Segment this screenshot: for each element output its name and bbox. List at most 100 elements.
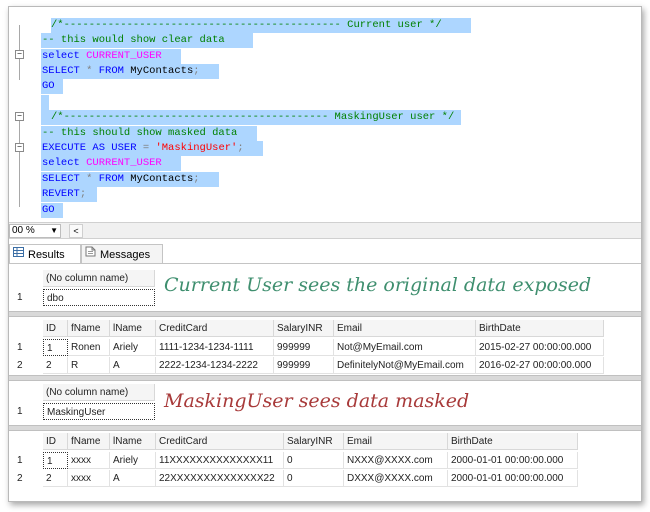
zoom-select[interactable]: 00 % ▼ [9,224,61,238]
grid-cell-birthdate[interactable]: 2015-02-27 00:00:00.000 [476,339,604,356]
grid-cell-id[interactable]: 1 [43,339,68,356]
code-token: FROM [98,65,131,77]
column-header-fname[interactable]: fName [68,320,110,337]
tab-results[interactable]: Results [9,244,81,263]
column-header[interactable]: (No column name) [43,384,155,401]
tab-messages[interactable]: Messages [81,244,163,263]
code-token: REVERT [42,188,80,200]
collapse-icon[interactable]: − [15,112,24,121]
grid-cell-email[interactable]: NXXX@XXXX.com [344,452,448,469]
grid-cell-creditcard[interactable]: 11XXXXXXXXXXXXXX11 [156,452,284,469]
collapse-icon[interactable]: − [15,50,24,59]
column-header-lname[interactable]: lName [110,433,156,450]
code-line[interactable]: -- this would show clear data [42,33,225,48]
grid-cell-email[interactable]: DXXX@XXXX.com [344,470,448,487]
code-line[interactable]: -- this should show masked data [42,126,237,141]
grid-splitter[interactable] [9,375,641,381]
grid-cell-creditcard[interactable]: 2222-1234-1234-2222 [156,357,274,374]
code-token: -- this would show clear data [42,34,225,46]
collapse-icon[interactable]: − [15,143,24,152]
code-token: select [42,50,87,62]
code-token: = [142,142,156,154]
code-line[interactable]: REVERT; [42,187,86,202]
code-token: 'MaskingUser' [155,142,238,154]
column-header-email[interactable]: Email [334,320,476,337]
column-header-birthdate[interactable]: BirthDate [476,320,604,337]
messages-icon [85,245,96,263]
grid-icon [13,245,24,263]
code-line[interactable]: EXECUTE AS USER = 'MaskingUser'; [42,141,244,156]
code-line[interactable]: GO [42,203,55,218]
grid-cell-creditcard[interactable]: 22XXXXXXXXXXXXXX22 [156,470,284,487]
code-token: * [86,65,99,77]
grid-cell-lname[interactable]: A [110,470,156,487]
grid-splitter[interactable] [9,425,641,431]
row-number[interactable]: 2 [17,357,37,374]
grid-cell-fname[interactable]: Ronen [68,339,110,356]
grid-cell-birthdate[interactable]: 2000-01-01 00:00:00.000 [448,452,578,469]
grid-cell-lname[interactable]: Ariely [110,452,156,469]
selection-highlight [41,95,49,110]
column-header-fname[interactable]: fName [68,433,110,450]
results-tabs: Results Messages [9,244,641,263]
results-pane: (No column name) 1 dbo Current User sees… [9,263,641,501]
tab-results-label: Results [28,248,65,261]
grid-cell[interactable]: dbo [43,289,155,306]
column-header-lname[interactable]: lName [110,320,156,337]
grid-cell-email[interactable]: DefinitelyNot@MyEmail.com [334,357,476,374]
grid-cell-lname[interactable]: A [110,357,156,374]
zoom-value: 00 % [12,225,35,236]
grid-cell[interactable]: MaskingUser [43,403,155,420]
grid-splitter[interactable] [9,311,641,317]
column-header-creditcard[interactable]: CreditCard [156,320,274,337]
code-line[interactable]: GO [42,79,55,94]
code-line[interactable]: SELECT * FROM MyContacts; [42,64,200,79]
scroll-left-button[interactable]: < [69,224,83,238]
column-header-salaryinr[interactable]: SalaryINR [274,320,334,337]
code-token: ; [193,65,200,77]
code-line[interactable]: /*--------------------------------------… [51,110,454,125]
code-line[interactable]: select CURRENT_USER [42,49,162,64]
grid-cell-birthdate[interactable]: 2016-02-27 00:00:00.000 [476,357,604,374]
column-header-id[interactable]: ID [43,320,68,337]
query-editor[interactable]: − − − /*--------------------------------… [9,7,641,221]
grid-cell-salaryinr[interactable]: 999999 [274,357,334,374]
chevron-down-icon: ▼ [50,226,58,235]
code-token: MyContacts [130,65,194,77]
row-number[interactable]: 2 [17,470,37,487]
code-token: /*--------------------------------------… [51,111,455,123]
row-number[interactable]: 1 [17,289,37,306]
grid-cell-id[interactable]: 2 [43,470,68,487]
row-number[interactable]: 1 [17,403,37,420]
grid-cell-fname[interactable]: R [68,357,110,374]
column-header-id[interactable]: ID [43,433,68,450]
grid-cell-salaryinr[interactable]: 0 [284,470,344,487]
grid-cell-id[interactable]: 2 [43,357,68,374]
grid-cell-id[interactable]: 1 [43,452,68,469]
column-header[interactable]: (No column name) [43,270,155,287]
grid-cell-birthdate[interactable]: 2000-01-01 00:00:00.000 [448,470,578,487]
code-token: EXECUTE AS USER [42,142,143,154]
code-token: ; [237,142,244,154]
grid-cell-salaryinr[interactable]: 999999 [274,339,334,356]
code-line[interactable]: /*--------------------------------------… [51,18,442,33]
column-header-email[interactable]: Email [344,433,448,450]
grid-cell-salaryinr[interactable]: 0 [284,452,344,469]
code-token: MyContacts [130,173,194,185]
code-line[interactable]: select CURRENT_USER [42,156,162,171]
column-header-salaryinr[interactable]: SalaryINR [284,433,344,450]
grid-cell-creditcard[interactable]: 1111-1234-1234-1111 [156,339,274,356]
column-header-birthdate[interactable]: BirthDate [448,433,578,450]
code-token: select [42,157,87,169]
row-number[interactable]: 1 [17,339,37,356]
grid-cell-fname[interactable]: xxxx [68,452,110,469]
code-line[interactable]: SELECT * FROM MyContacts; [42,172,200,187]
code-token: SELECT [42,173,87,185]
ssms-window: − − − /*--------------------------------… [8,6,642,502]
column-header-creditcard[interactable]: CreditCard [156,433,284,450]
grid-cell-lname[interactable]: Ariely [110,339,156,356]
row-number[interactable]: 1 [17,452,37,469]
grid-cell-email[interactable]: Not@MyEmail.com [334,339,476,356]
annotation-current-user: Current User sees the original data expo… [164,274,592,296]
grid-cell-fname[interactable]: xxxx [68,470,110,487]
